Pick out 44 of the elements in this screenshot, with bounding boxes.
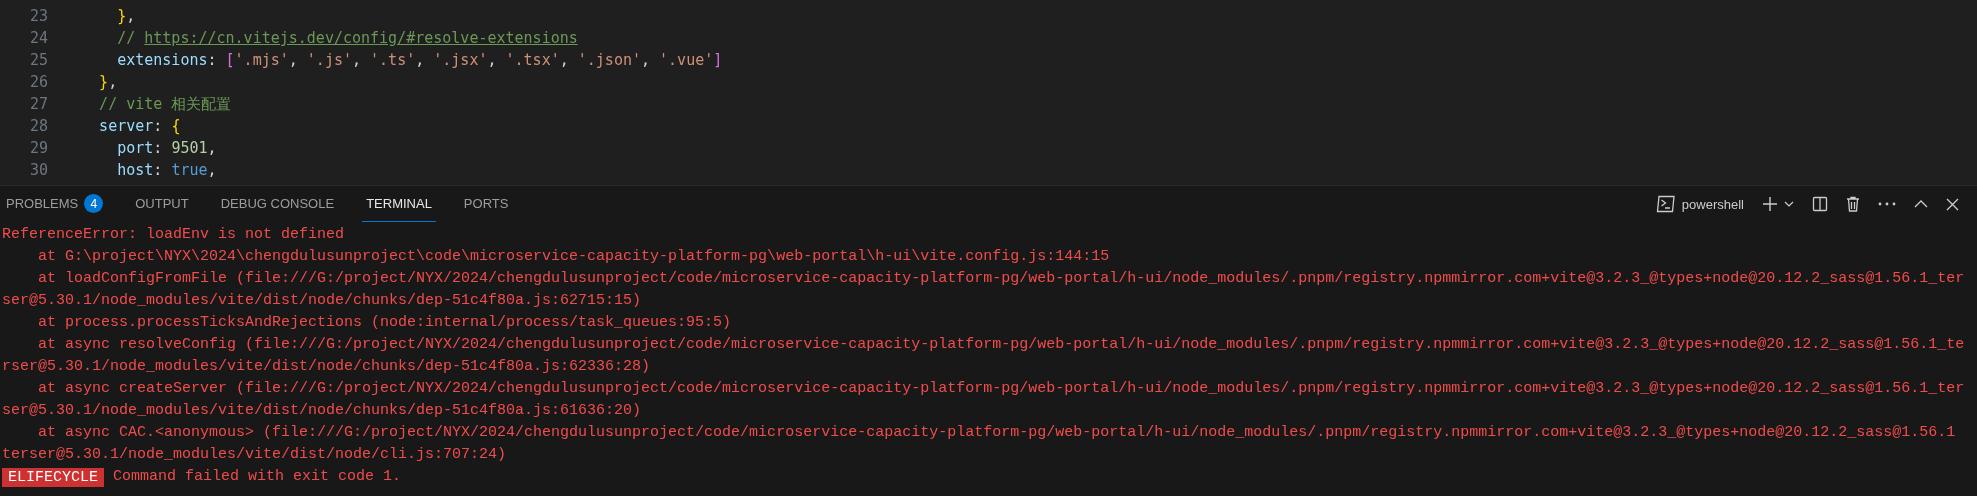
line-number: 29: [28, 139, 48, 157]
code-line: port: 9501,: [116, 139, 217, 157]
terminal-line: ReferenceError: loadEnv is not defined: [2, 225, 346, 245]
count-badge: 4: [84, 194, 104, 213]
code-line: host: true,: [116, 161, 217, 179]
terminal-line: rser@5.30.1/node_modules/vite/dist/node/chunks/dep-51c4f80a.js:62336:28): [2, 357, 652, 377]
terminal-line: Command failed with exit code 1.: [113, 467, 402, 487]
line-number: 28: [28, 117, 48, 135]
panel-tab[interactable]: PORTS: [459, 186, 513, 222]
code-line: },: [98, 73, 118, 91]
plus-icon[interactable]: [1762, 196, 1778, 212]
split-icon[interactable]: [1812, 196, 1828, 212]
panel-tab[interactable]: DEBUG CONSOLE: [216, 186, 339, 222]
code-line: },: [116, 7, 136, 25]
panel-tab[interactable]: OUTPUT: [131, 186, 193, 222]
line-number: 24: [28, 29, 48, 47]
line-number: 23: [28, 7, 48, 25]
terminal-line: at process.processTicksAndRejections (node:internal/process/task_queues:95:5): [37, 313, 733, 333]
close-icon[interactable]: [1946, 197, 1959, 211]
code-line: // https://cn.vitejs.dev/config/#resolve-extensions: [116, 29, 578, 47]
terminal-icon[interactable]: [1655, 195, 1676, 213]
code-line: server: {: [98, 117, 181, 135]
line-number: 27: [28, 95, 48, 113]
terminal-line: at async resolveConfig (file:///G:/project/NYX/2024/chengdulusunproject/code/microservice-capacity-platform-pg/web-portal/h-ui/node_modules/.pnpm/registry.npmmirror.com+vite@3.2.3_@types+node@20.12.2_sass@1.56.1_te: [37, 335, 1966, 355]
panel-tab[interactable]: TERMINAL: [362, 186, 436, 222]
terminal-line: at loadConfigFromFile (file:///G:/project/NYX/2024/chengdulusunproject/code/microservice-capacity-platform-pg/web-portal/h-ui/node_modules/.pnpm/registry.npmmirror.com+vite@3.2.3_@types+node@20.12.2_sass@1.56.1_ter: [37, 269, 1966, 289]
panel-tab[interactable]: PROBLEMS 4: [2, 186, 108, 222]
terminal-line: at async CAC.<anonymous> (file:///G:/project/NYX/2024/chengdulusunproject/code/microservice-capacity-platform-pg/web-portal/h-ui/node_modules/.pnpm/registry.npmmirror.com+vite@3.2.3_@types+node@20.12.2_sass@1.56.1: [37, 423, 1957, 443]
trash-icon[interactable]: [1846, 196, 1860, 212]
chevron-up-icon[interactable]: [1914, 200, 1928, 208]
terminal-line: ser@5.30.1/node_modules/vite/dist/node/chunks/dep-51c4f80a.js:61636:20): [2, 401, 643, 421]
code-line: extensions: ['.mjs', '.js', '.ts', '.jsx', '.tsx', '.json', '.vue']: [116, 51, 723, 69]
line-number: 25: [28, 51, 48, 69]
chevron-down-icon[interactable]: [1784, 201, 1794, 207]
terminal-line: ser@5.30.1/node_modules/vite/dist/node/chunks/dep-51c4f80a.js:62715:15): [2, 291, 643, 311]
terminal-line: at G:\project\NYX\2024\chengdulusunproject\code\microservice-capacity-platform-pg\web-portal\h-ui\vite.config.js:144:15: [37, 247, 1111, 267]
line-number: 26: [28, 73, 48, 91]
more-icon[interactable]: [1878, 202, 1896, 206]
line-number: 30: [28, 161, 48, 179]
shell-name[interactable]: powershell: [1681, 196, 1744, 212]
terminal-line: terser@5.30.1/node_modules/vite/dist/node/cli.js:707:24): [2, 445, 508, 465]
error-tag: ELIFECYCLE: [2, 467, 104, 487]
code-line: // vite 相关配置: [98, 94, 232, 114]
terminal-line: at async createServer (file:///G:/project/NYX/2024/chengdulusunproject/code/microservice-capacity-platform-pg/web-portal/h-ui/node_modules/.pnpm/registry.npmmirror.com+vite@3.2.3_@types+node@20.12.2_sass@1.56.1_ter: [37, 379, 1966, 399]
